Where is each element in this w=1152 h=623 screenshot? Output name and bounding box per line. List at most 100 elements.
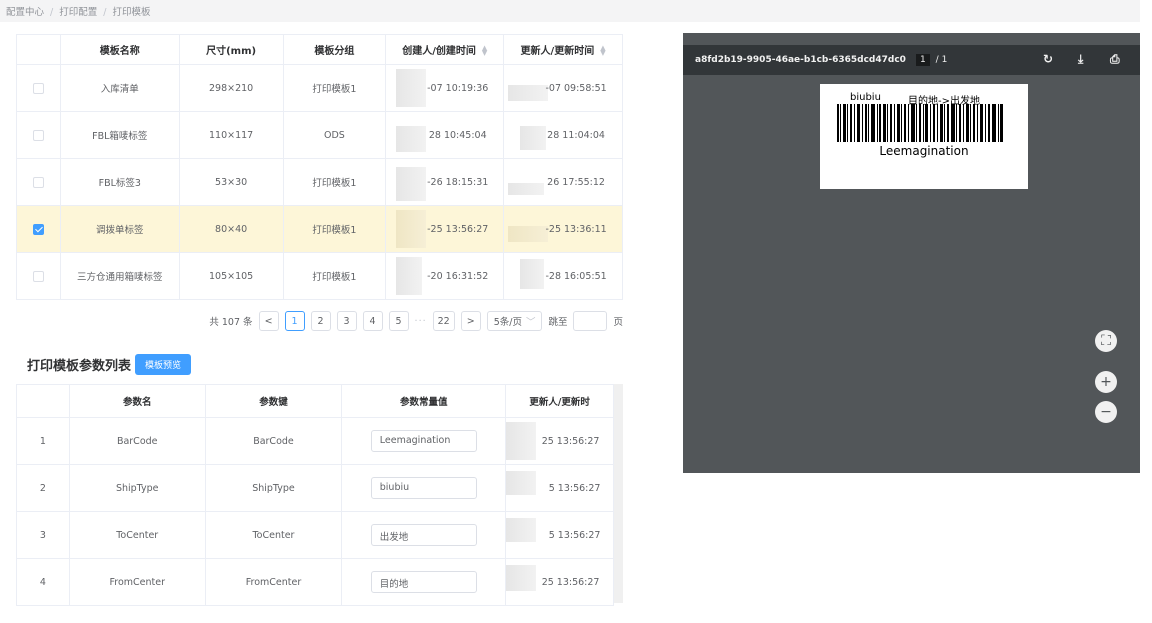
pdf-file-name: a8fd2b19-9905-46ae-b1cb-6365dcd47dc0 [695,55,906,65]
breadcrumb-item[interactable]: 打印配置 [59,7,97,18]
param-value-cell: Leemagination [341,417,507,465]
pdf-page: biubiu 目的地->出发地 Leemagination [820,84,1028,189]
template-group: 打印模板1 [283,252,387,300]
column-header-param-value: 参数常量值 [341,384,507,418]
param-value-input[interactable]: 目的地 [370,571,477,593]
breadcrumb: 配置中心 / 打印配置 / 打印模板 [0,0,1140,22]
label-barcode-text: Leemagination [879,144,969,158]
jump-label: 跳至 [548,317,568,328]
column-header-created[interactable]: 创建人/创建时间 ▲ ▼ [385,34,505,65]
row-index: 4 [16,558,70,606]
row-checkbox[interactable] [32,82,44,94]
next-page-button[interactable]: > [460,311,481,331]
template-size: 53×30 [179,158,284,206]
param-name: ToCenter [69,511,206,559]
column-header-param-key: 参数键 [205,384,343,418]
pdf-toolbar: a8fd2b19-9905-46ae-b1cb-6365dcd47dc0 1 /… [683,45,1140,75]
updated-time: 5 13:56:27 [548,529,601,541]
param-name: FromCenter [69,558,206,606]
row-select-cell [16,64,61,112]
zoom-in-icon[interactable]: + [1095,371,1117,393]
template-name: FBL标签3 [60,158,180,206]
barcode-image [837,104,1003,142]
row-checkbox[interactable] [32,176,44,188]
updated-cell: 25 13:56:27 [505,417,614,465]
template-name: FBL箱唛标签 [60,111,180,159]
params-section-title: 打印模板参数列表 [27,359,132,374]
updated-cell: -28 16:05:51 [503,252,623,300]
table-row[interactable]: FBL标签3 53×30 打印模板1 -26 18:15:31 26 17:55… [16,158,623,206]
created-cell: -07 10:19:36 [385,64,505,112]
created-cell: -25 13:56:27 [385,205,505,253]
created-time: -07 10:19:36 [427,82,489,94]
row-index: 3 [16,511,70,559]
row-index: 1 [16,417,70,465]
updated-time: 25 13:56:27 [541,576,600,588]
template-group: 打印模板1 [283,64,387,112]
param-key: BarCode [205,417,343,465]
column-header-size: 尺寸(mm) [179,34,284,65]
sort-icon[interactable]: ▲ ▼ [482,45,487,57]
params-table: 参数名 参数键 参数常量值 更新人/更新时 1 BarCode BarCode … [16,384,614,606]
column-header-param-name: 参数名 [69,384,206,418]
template-preview-button[interactable]: 模板预览 [135,354,192,375]
zoom-out-icon[interactable]: − [1095,401,1117,423]
column-header-created-label: 创建人/创建时间 [402,46,476,57]
param-value-cell: biubiu [341,464,507,512]
param-value-input[interactable]: biubiu [370,477,477,499]
table-header-row: 模板名称 尺寸(mm) 模板分组 创建人/创建时间 ▲ ▼ 更新人/更新时间 ▲ ▼ [16,34,623,65]
page-size-select[interactable]: 5条/页 ﹀ [486,311,543,331]
column-header-updated[interactable]: 更新人/更新时间 ▲ ▼ [503,34,623,65]
param-value-input[interactable]: Leemagination [370,430,477,452]
chevron-down-icon: ﹀ [525,317,536,328]
updated-time: 26 17:55:12 [547,176,605,188]
param-key: ToCenter [205,511,343,559]
created-cell: 28 10:45:04 [385,111,505,159]
created-time: -26 18:15:31 [427,176,489,188]
rotate-icon[interactable]: ↻ [1043,52,1053,66]
table-row-selected[interactable]: 调拨单标签 80×40 打印模板1 -25 13:56:27 -25 13:36… [16,205,623,253]
row-checkbox-checked[interactable] [32,223,44,235]
updated-cell: 5 13:56:27 [505,511,614,559]
label-ship-type: biubiu [850,92,881,103]
param-value-cell: 出发地 [341,511,507,559]
page-button-5[interactable]: 5 [388,311,409,331]
page-button-1[interactable]: 1 [284,311,305,331]
template-group: 打印模板1 [283,158,387,206]
template-name: 三方仓通用箱唛标签 [60,252,180,300]
sort-icon[interactable]: ▲ ▼ [600,45,605,57]
param-name: ShipType [69,464,206,512]
download-icon[interactable]: ⤓ [1078,52,1083,67]
pagination: 共 107 条 < 1 2 3 4 5 ··· 22 > 5条/页 ﹀ 跳至 页 [16,310,623,332]
row-checkbox[interactable] [32,129,44,141]
updated-time: 25 13:56:27 [541,435,600,447]
row-select-cell [16,205,61,253]
updated-cell: -07 09:58:51 [503,64,623,112]
fit-page-icon[interactable]: ⛶ [1095,330,1117,352]
param-key: FromCenter [205,558,343,606]
params-table-scrollbar[interactable] [614,384,623,603]
template-size: 110×117 [179,111,284,159]
pdf-page-input[interactable]: 1 [915,54,930,66]
table-row[interactable]: FBL箱唛标签 110×117 ODS 28 10:45:04 28 11:04… [16,111,623,159]
updated-cell: 5 13:56:27 [505,464,614,512]
prev-page-button[interactable]: < [258,311,279,331]
breadcrumb-item[interactable]: 配置中心 [6,7,44,18]
pdf-page-total: / 1 [935,55,948,65]
param-key: ShipType [205,464,343,512]
template-table: 模板名称 尺寸(mm) 模板分组 创建人/创建时间 ▲ ▼ 更新人/更新时间 ▲ ▼ 入… [16,34,623,300]
row-checkbox[interactable] [32,270,44,282]
table-row[interactable]: 三方仓通用箱唛标签 105×105 打印模板1 -20 16:31:52 -28… [16,252,623,300]
more-pages-icon[interactable]: ··· [415,316,427,327]
print-icon[interactable]: ⎙ [1110,52,1120,67]
param-value-input[interactable]: 出发地 [370,524,477,546]
row-select-cell [16,111,61,159]
page-button-4[interactable]: 4 [362,311,383,331]
table-row[interactable]: 入库清单 298×210 打印模板1 -07 10:19:36 -07 09:5… [16,64,623,112]
page-button-last[interactable]: 22 [432,311,455,331]
page-button-2[interactable]: 2 [310,311,331,331]
page-button-3[interactable]: 3 [336,311,357,331]
jump-page-input[interactable] [573,311,608,331]
template-name: 调拨单标签 [60,205,180,253]
created-time: -25 13:56:27 [427,223,489,235]
